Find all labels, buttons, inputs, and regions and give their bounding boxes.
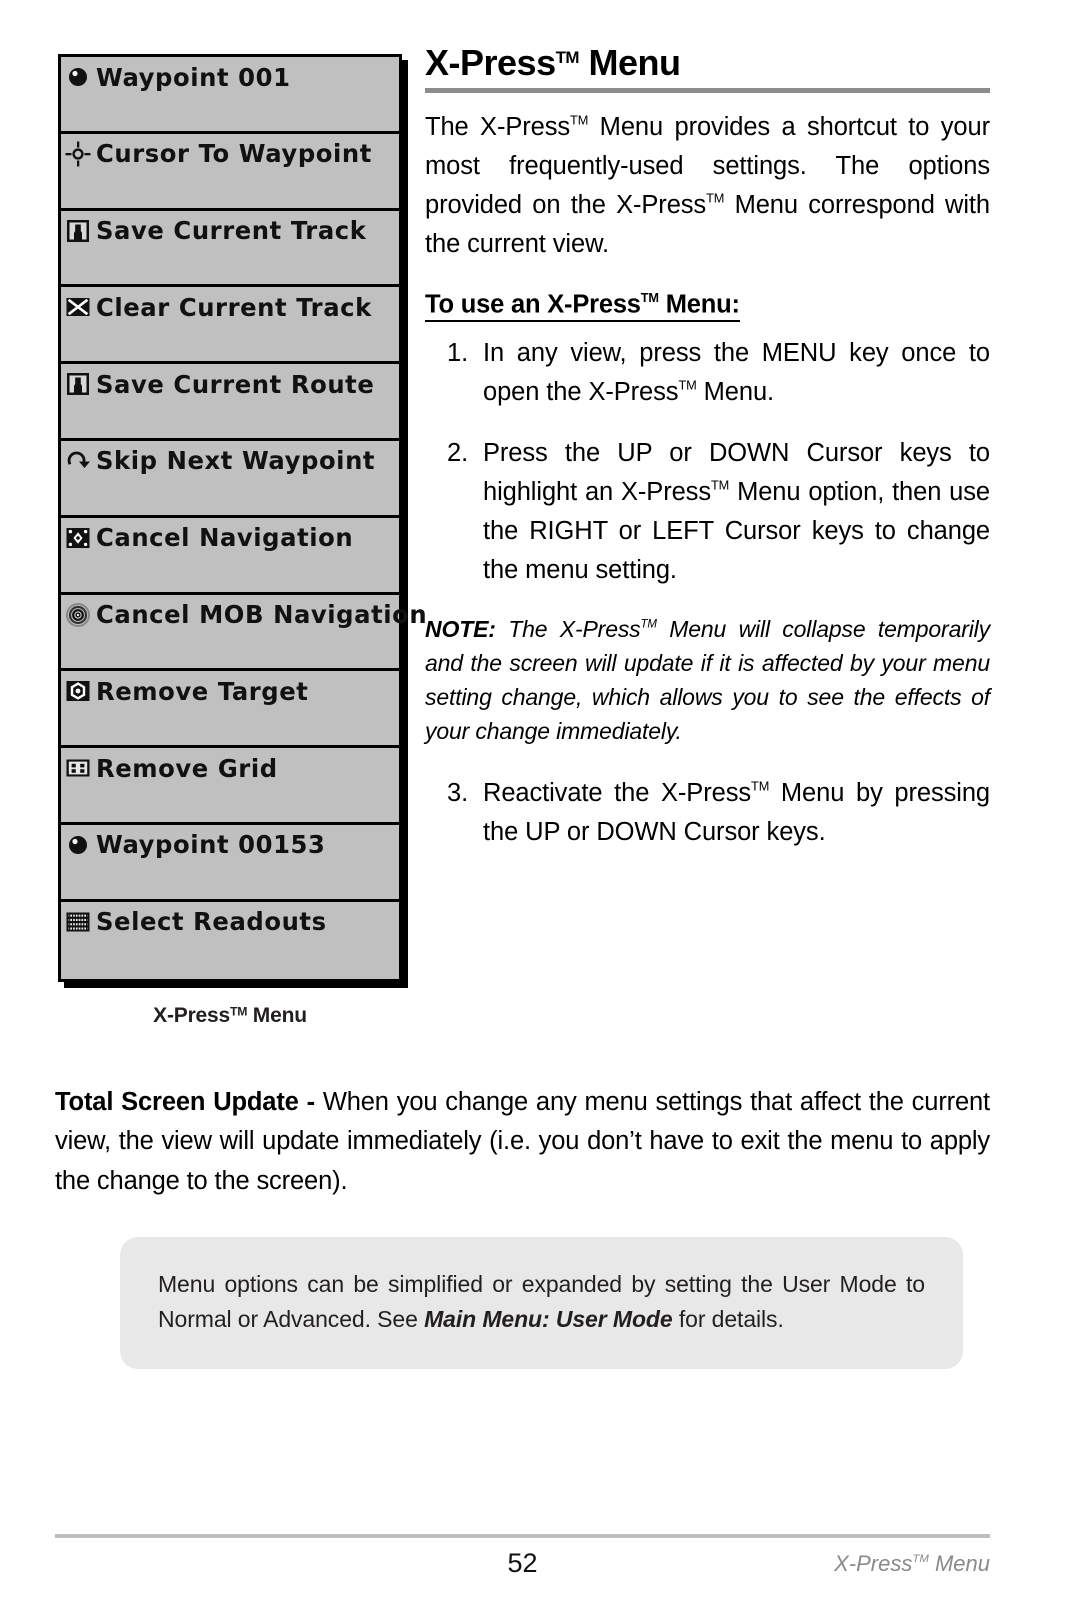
trademark-symbol: TM [706,190,725,206]
menu-item-label: Select Readouts [96,907,327,937]
list-item-number: 1. [447,339,469,368]
menu-item-row[interactable]: Save Current Track [61,210,399,288]
menu-item-content: Skip Next Waypoint [65,444,399,478]
mob-target-icon [66,602,90,627]
trademark-symbol: TM [678,377,697,393]
total-screen-update-label: Total Screen Update - [55,1088,323,1116]
menu-item-content: Waypoint 00153 [65,828,399,862]
list-item: 1. In any view, press the MENU key once t… [425,334,990,412]
menu-item-row[interactable]: Waypoint 00153 [61,824,399,902]
waypoint-sphere-icon [69,835,87,854]
menu-item-row[interactable]: Waypoint 001 [61,57,399,134]
menu-item-label: Save Current Route [96,369,375,399]
menu-item-content: Cancel Navigation [65,521,399,555]
trademark-symbol: TM [640,289,659,305]
remove-target-icon [66,681,90,702]
figure-caption: X-PressTM Menu [153,1003,307,1027]
menu-item-label: Clear Current Track [96,292,372,322]
note-paragraph: NOTE: The X-PressTM Menu will collapse t… [425,616,990,745]
menu-item-row[interactable]: Remove Target [61,671,399,749]
trademark-symbol: TM [710,477,730,493]
menu-item-row[interactable]: Cursor To Waypoint [61,133,399,211]
list-item-number: 3. [447,779,469,808]
article-column: X-PressTM Menu The X-PressTM Menu provid… [425,44,990,874]
menu-item-row[interactable]: Clear Current Track [61,287,399,365]
floppy-save-icon [67,373,89,396]
menu-item-content: Cancel MOB Navigation [65,598,427,632]
user-mode-callout-box: Menu options can be simplified or expand… [120,1237,963,1369]
menu-item-label: Save Current Track [96,216,367,246]
x-press-menu-figure: Waypoint 001 Cursor To Waypoint Save Curre… [58,54,427,1028]
menu-item-label: Remove Target [96,676,309,706]
list-item: 3. Reactivate the X-PressTM Menu by press… [425,774,990,852]
menu-item-content: Clear Current Track [65,290,399,324]
remove-grid-icon [66,759,90,777]
footer-divider [55,1534,990,1538]
menu-item-content: Cursor To Waypoint [65,137,399,171]
menu-item-row[interactable]: Cancel Navigation [61,517,399,595]
waypoint-sphere-icon [69,68,87,86]
menu-item-label: Remove Grid [96,753,278,783]
menu-item-row[interactable]: Select Readouts [61,901,399,979]
callout-reference: Main Menu: User Mode [424,1305,673,1332]
menu-item-row[interactable]: Skip Next Waypoint [61,440,399,518]
trademark-symbol: TM [555,47,580,67]
select-readouts-icon [66,912,90,932]
title-divider [425,87,990,93]
menu-item-content: Remove Target [65,674,399,708]
menu-item-label: Waypoint 001 [96,62,291,92]
menu-item-label: Cancel Navigation [96,523,354,553]
x-clear-icon [66,298,90,317]
menu-item-content: Remove Grid [65,751,399,785]
menu-item-content: Save Current Route [65,367,399,401]
trademark-symbol: TM [229,1003,248,1018]
steps-list-continued: 3. Reactivate the X-PressTM Menu by press… [425,774,990,852]
skip-arrow-icon [67,451,90,468]
menu-item-row[interactable]: Save Current Route [61,364,399,441]
menu-item-row[interactable]: Cancel MOB Navigation [61,594,427,672]
total-screen-update-paragraph: Total Screen Update - When you change an… [55,1088,990,1195]
cancel-navigation-icon [66,527,90,548]
list-item: 2. Press the UP or DOWN Cursor keys to hi… [425,434,990,590]
intro-paragraph: The X-PressTM Menu provides a shortcut t… [425,112,990,258]
note-label: NOTE: [425,616,496,643]
menu-item-label: Skip Next Waypoint [96,446,376,476]
menu-item-content: Save Current Track [65,214,399,248]
menu-item-label: Waypoint 00153 [96,830,326,860]
trademark-symbol: TM [751,778,770,794]
menu-item-label: Cancel MOB Navigation [96,600,428,630]
footer-section-label: X-PressTM Menu [834,1551,990,1576]
list-item-number: 2. [447,439,469,468]
document-page: Waypoint 001 Cursor To Waypoint Save Curre… [0,0,1080,1620]
trademark-symbol: TM [912,1552,929,1565]
crosshair-cursor-icon [65,141,91,167]
trademark-symbol: TM [640,618,657,631]
section-subheading: To use an X-PressTM Menu: [425,289,740,323]
page-footer: 52 X-PressTM Menu [55,1548,990,1588]
device-menu-box: Waypoint 001 Cursor To Waypoint Save Curre… [58,54,427,982]
page-title: X-PressTM Menu [425,42,681,83]
steps-list: 1. In any view, press the MENU key once t… [425,334,990,590]
menu-item-content: Select Readouts [65,905,399,939]
callout-text: Menu options can be simplified or expand… [158,1271,925,1332]
menu-item-row[interactable]: Remove Grid [61,748,399,825]
floppy-save-icon [67,219,89,242]
menu-item-content: Waypoint 001 [65,60,399,94]
menu-item-label: Cursor To Waypoint [96,139,372,169]
trademark-symbol: TM [570,112,589,128]
